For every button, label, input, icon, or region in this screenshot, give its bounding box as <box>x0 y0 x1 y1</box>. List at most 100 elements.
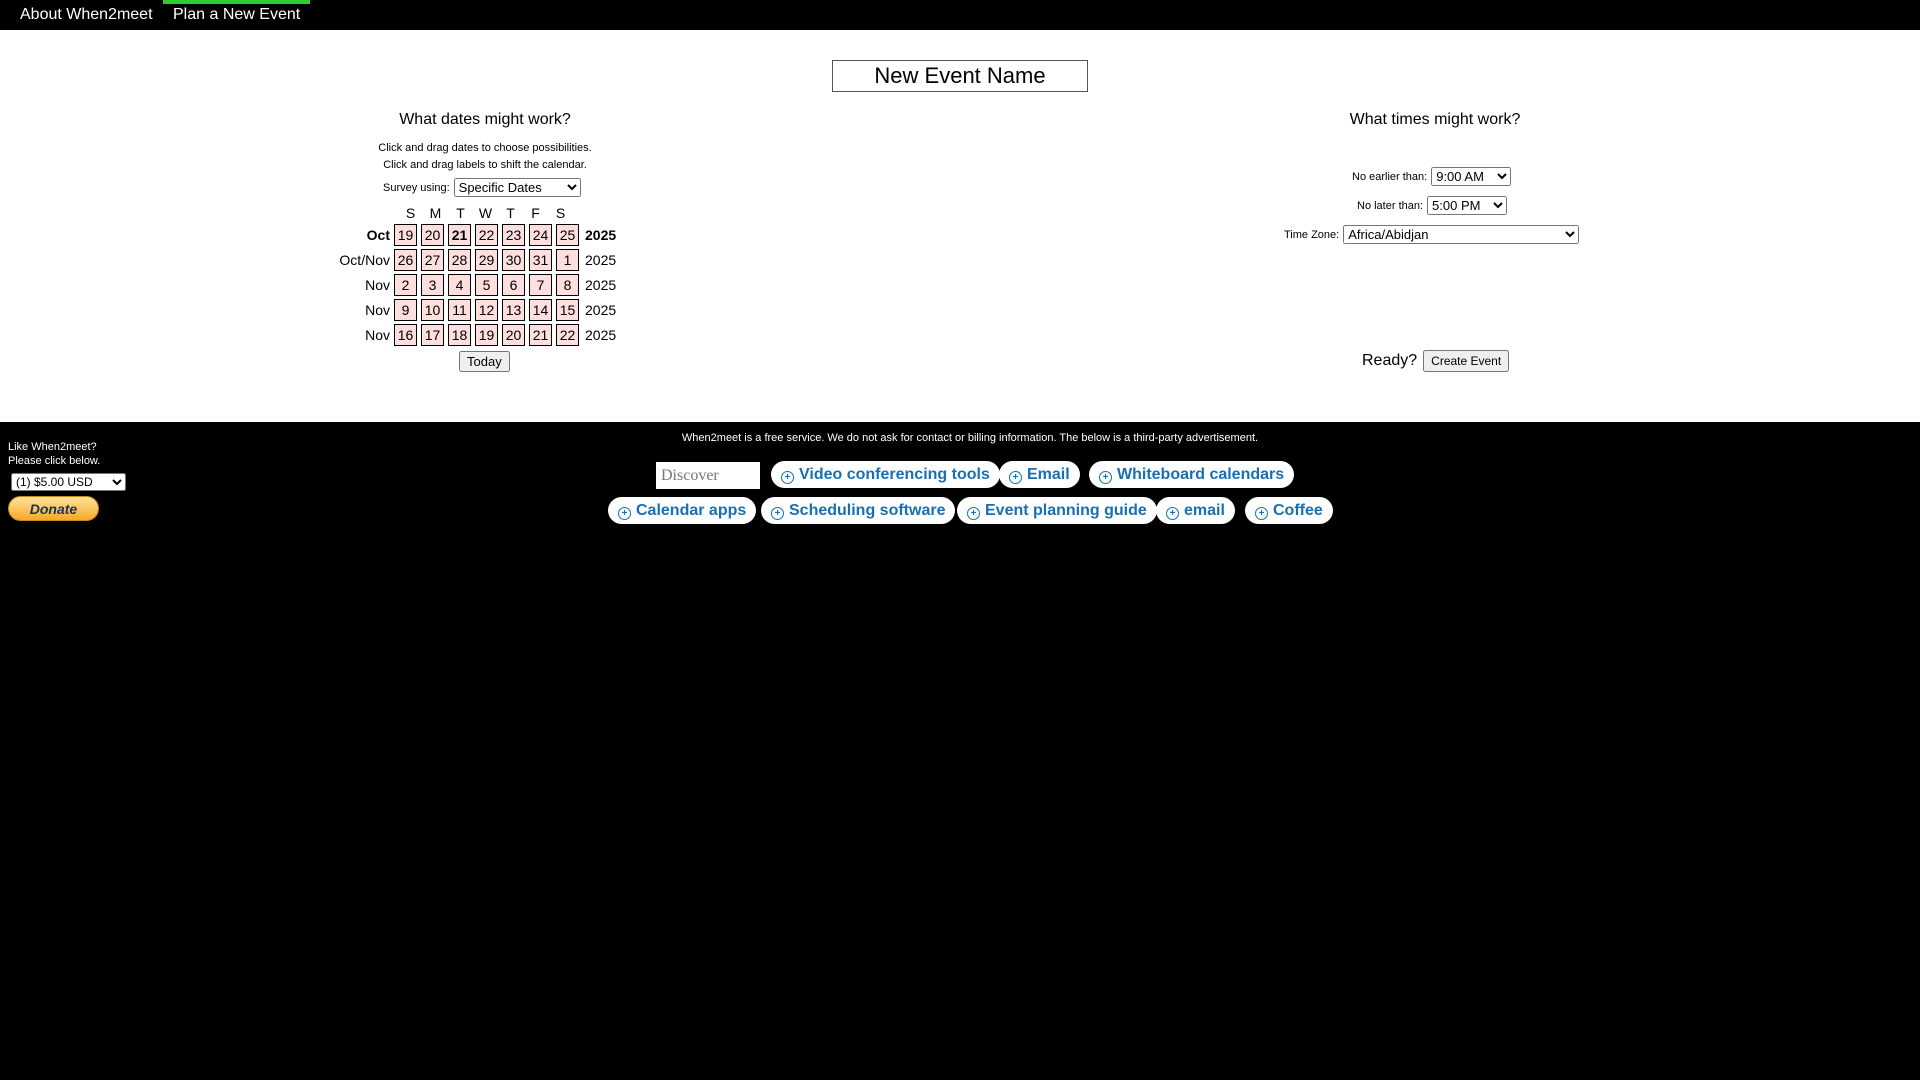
create-event-button[interactable]: Create Event <box>1423 350 1510 372</box>
ad-pill-coffee[interactable]: + Coffee <box>1245 497 1333 524</box>
dow-label: M <box>429 205 442 221</box>
ad-pill-email[interactable]: + Email <box>999 461 1080 488</box>
ad-pill-label: Video conferencing tools <box>799 466 990 483</box>
survey-mode-select[interactable]: Specific Dates <box>453 178 581 197</box>
week-month-label[interactable]: Oct <box>320 227 394 243</box>
plus-circle-icon: + <box>1009 471 1022 484</box>
plus-circle-icon: + <box>618 507 631 520</box>
ad-pill-label: Event planning guide <box>985 502 1147 519</box>
timezone-label: Time Zone: <box>1284 228 1340 241</box>
earliest-time-label: No earlier than: <box>1352 170 1428 183</box>
ad-pill-label: email <box>1184 502 1225 519</box>
ad-pill-email-lower[interactable]: + email <box>1156 497 1235 524</box>
nav-about-link[interactable]: About When2meet <box>20 0 153 30</box>
date-cell[interactable]: 25 <box>556 223 579 246</box>
date-cell[interactable]: 18 <box>448 323 471 346</box>
main-panel: What dates might work? Click and drag da… <box>0 30 1920 422</box>
dates-heading: What dates might work? <box>399 111 571 128</box>
week-year-label[interactable]: 2025 <box>585 227 616 243</box>
ad-pill-label: Calendar apps <box>636 502 747 519</box>
plus-circle-icon: + <box>1099 471 1112 484</box>
calendar-week: Oct 19 20 21 22 23 24 25 2025 <box>320 222 616 247</box>
date-cell[interactable]: 21 <box>529 323 552 346</box>
date-cell[interactable]: 3 <box>421 273 444 296</box>
timezone-select[interactable]: Africa/Abidjan <box>1343 225 1580 244</box>
date-cell[interactable]: 7 <box>529 273 552 296</box>
dow-label: S <box>555 205 566 221</box>
ad-pill-whiteboard-calendars[interactable]: + Whiteboard calendars <box>1089 461 1295 488</box>
date-cell[interactable]: 4 <box>448 273 471 296</box>
date-cell[interactable]: 26 <box>394 248 417 271</box>
dates-instruction-2: Click and drag labels to shift the calen… <box>383 159 587 171</box>
date-cell[interactable]: 1 <box>556 248 579 271</box>
timezone-row: Time Zone: Africa/Abidjan <box>1284 225 1580 244</box>
ad-pill-event-planning-guide[interactable]: + Event planning guide <box>957 497 1157 524</box>
survey-label: Survey using: <box>383 181 450 194</box>
like-text: Like When2meet? <box>8 441 97 453</box>
calendar-week: Nov 9 10 11 12 13 14 15 2025 <box>320 297 616 322</box>
date-cell[interactable]: 9 <box>394 298 417 321</box>
week-month-label[interactable]: Nov <box>320 327 394 343</box>
date-cell[interactable]: 5 <box>475 273 498 296</box>
date-cell[interactable]: 22 <box>556 323 579 346</box>
ad-disclaimer: When2meet is a free service. We do not a… <box>681 432 1259 444</box>
latest-time-select[interactable]: 5:00 PM <box>1427 196 1508 215</box>
donation-amount-select[interactable]: (1) $5.00 USD <box>11 473 126 491</box>
date-cell[interactable]: 22 <box>475 223 498 246</box>
week-year-label[interactable]: 2025 <box>585 277 616 293</box>
today-button[interactable]: Today <box>459 351 510 372</box>
date-cell[interactable]: 20 <box>502 323 525 346</box>
week-year-label[interactable]: 2025 <box>585 252 616 268</box>
date-cell[interactable]: 30 <box>502 248 525 271</box>
event-name-input[interactable] <box>832 60 1088 92</box>
date-cell[interactable]: 23 <box>502 223 525 246</box>
latest-time-label: No later than: <box>1357 199 1424 212</box>
week-year-label[interactable]: 2025 <box>585 327 616 343</box>
date-cell[interactable]: 28 <box>448 248 471 271</box>
discover-more-box[interactable]: Discover more <box>656 462 760 511</box>
date-cell[interactable]: 10 <box>421 298 444 321</box>
date-cell[interactable]: 29 <box>475 248 498 271</box>
week-month-label[interactable]: Nov <box>320 302 394 318</box>
date-cell[interactable]: 8 <box>556 273 579 296</box>
date-cell[interactable]: 19 <box>475 323 498 346</box>
ad-pill-scheduling-software[interactable]: + Scheduling software <box>761 497 956 524</box>
date-cell[interactable]: 19 <box>394 223 417 246</box>
dow-label: S <box>405 205 416 221</box>
nav-plan-event-link[interactable]: Plan a New Event <box>163 0 310 30</box>
donate-button[interactable]: Donate <box>8 496 99 521</box>
ad-pill-label: Whiteboard calendars <box>1117 466 1285 483</box>
ad-pill-calendar-apps[interactable]: + Calendar apps <box>608 497 757 524</box>
week-month-label[interactable]: Oct/Nov <box>320 252 394 268</box>
date-cell[interactable]: 14 <box>529 298 552 321</box>
date-cell[interactable]: 2 <box>394 273 417 296</box>
week-year-label[interactable]: 2025 <box>585 302 616 318</box>
date-cell-today[interactable]: 21 <box>448 223 471 246</box>
plus-circle-icon: + <box>1166 507 1179 520</box>
date-cell[interactable]: 13 <box>502 298 525 321</box>
day-of-week-header: S M T W T F S <box>398 205 573 221</box>
calendar-week: Oct/Nov 26 27 28 29 30 31 1 2025 <box>320 247 616 272</box>
dow-label: F <box>531 205 540 221</box>
donate-prompt: Like When2meet? Please click below. <box>8 440 100 468</box>
date-cell[interactable]: 6 <box>502 273 525 296</box>
date-cell[interactable]: 15 <box>556 298 579 321</box>
date-cell[interactable]: 27 <box>421 248 444 271</box>
plus-circle-icon: + <box>1255 507 1268 520</box>
nav-plan-event-label: Plan a New Event <box>173 6 301 23</box>
date-cell[interactable]: 11 <box>448 298 471 321</box>
plus-circle-icon: + <box>771 507 784 520</box>
date-cell[interactable]: 16 <box>394 323 417 346</box>
week-month-label[interactable]: Nov <box>320 277 394 293</box>
date-cell[interactable]: 24 <box>529 223 552 246</box>
earliest-time-row: No earlier than: 9:00 AM <box>1352 167 1512 186</box>
date-cell[interactable]: 17 <box>421 323 444 346</box>
earliest-time-select[interactable]: 9:00 AM <box>1431 167 1512 186</box>
ready-label: Ready? <box>1362 352 1418 369</box>
date-cell[interactable]: 31 <box>529 248 552 271</box>
ad-pill-label: Coffee <box>1273 502 1323 519</box>
ad-pill-video-conferencing[interactable]: + Video conferencing tools <box>771 461 1000 488</box>
date-cell[interactable]: 20 <box>421 223 444 246</box>
calendar-week: Nov 2 3 4 5 6 7 8 2025 <box>320 272 616 297</box>
date-cell[interactable]: 12 <box>475 298 498 321</box>
